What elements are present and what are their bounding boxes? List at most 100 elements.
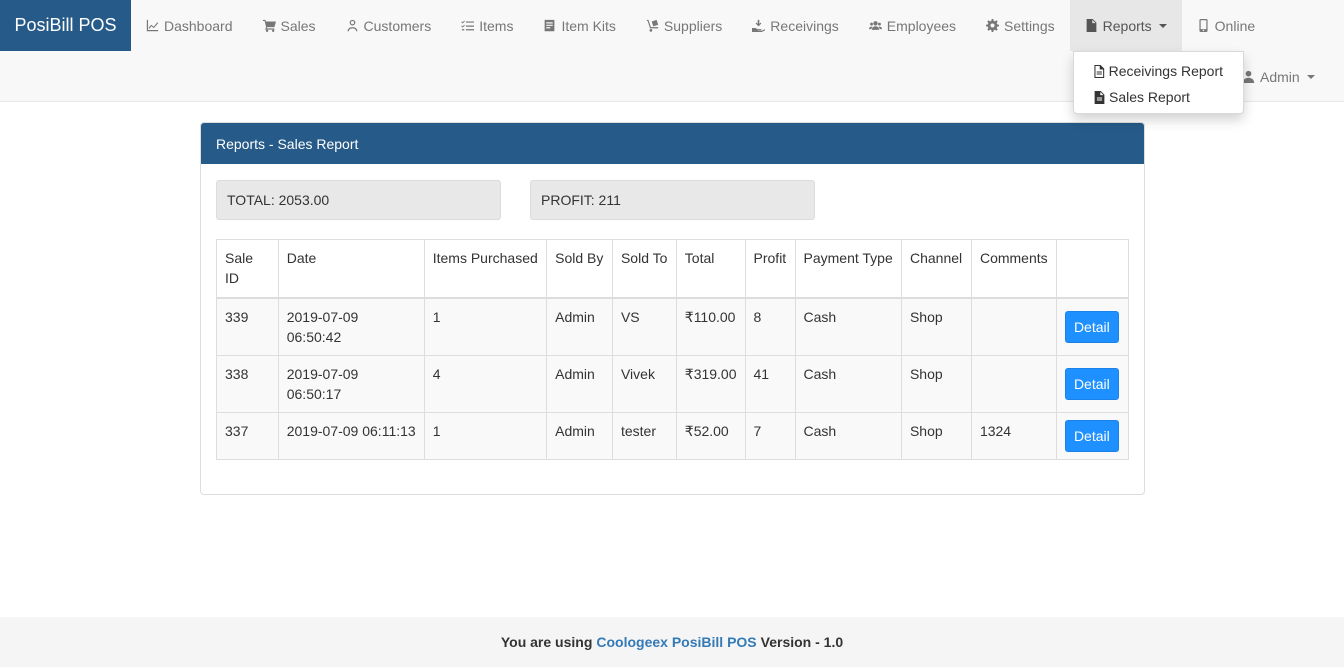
nav-settings-label: Settings [1004,17,1055,34]
nav-suppliers[interactable]: Suppliers [631,0,737,51]
nav-sales[interactable]: Sales [248,0,331,51]
nav-suppliers-label: Suppliers [663,17,723,34]
reports-dropdown: Receivings Report Sales Report [1073,51,1244,114]
panel-title: Reports - Sales Report [201,123,1144,164]
hand-receive-icon [752,19,766,32]
col-date: Date [277,239,425,299]
cell-channel: Shop [900,297,972,356]
table-row: 337 2019-07-09 06:11:13 1 Admin tester ₹… [216,411,1130,460]
cell-sold-by: Admin [546,354,613,413]
cell-sale-id: 337 [216,411,279,460]
cart-icon [262,19,276,32]
nav-receivings-label: Receivings [770,17,839,34]
nav-item-kits-label: Item Kits [561,17,616,34]
cell-profit: 41 [744,354,796,413]
chevron-down-icon [1158,23,1167,28]
total-summary: TOTAL: 2053.00 [216,180,501,220]
chart-line-icon [146,19,159,32]
nav-item-kits[interactable]: Item Kits [528,0,630,51]
nav-customers-label: Customers [363,17,432,34]
cell-comments: 1324 [970,411,1057,460]
cell-date: 2019-07-09 06:50:42 [277,297,425,356]
nav-employees-label: Employees [886,17,957,34]
box-icon [545,19,555,32]
nav-online-label: Online [1214,17,1256,34]
detail-button[interactable]: Detail [1064,310,1119,343]
file-icon [1094,90,1105,104]
cell-sale-id: 338 [216,354,279,413]
dropdown-receivings-report[interactable]: Receivings Report [1074,58,1243,84]
nav-dashboard-label: Dashboard [164,17,233,34]
cell-total: ₹319.00 [675,354,746,413]
sales-report-panel: Reports - Sales Report TOTAL: 2053.00 PR… [200,122,1145,495]
file-outline-icon [1094,64,1105,78]
sales-table: Sale ID Date Items Purchased Sold By Sol… [216,239,1130,460]
col-total: Total [675,239,746,299]
cell-total: ₹52.00 [675,411,746,460]
cell-sold-by: Admin [546,297,613,356]
nav-items[interactable]: Items [446,0,528,51]
cell-profit: 8 [744,297,796,356]
nav-sales-label: Sales [280,17,316,34]
nav-reports-label: Reports [1102,17,1152,34]
cell-items: 1 [423,297,548,356]
footer-brand-link[interactable]: Coologeex PosiBill POS [596,634,756,650]
nav-customers[interactable]: Customers [331,0,447,51]
table-row: 339 2019-07-09 06:50:42 1 Admin VS ₹110.… [216,297,1130,356]
cell-date: 2019-07-09 06:50:17 [277,354,425,413]
mobile-icon [1199,19,1208,32]
detail-button[interactable]: Detail [1064,419,1119,452]
file-icon [1086,19,1097,32]
col-sold-by: Sold By [546,239,613,299]
brand-logo[interactable]: PosiBill POS [0,0,131,51]
cell-sold-to: tester [611,411,677,460]
col-sale-id: Sale ID [216,239,279,299]
nav-items-label: Items [479,17,514,34]
nav-settings[interactable]: Settings [971,0,1070,51]
nav-receivings[interactable]: Receivings [737,0,853,51]
cell-action: Detail [1055,297,1130,356]
col-profit: Profit [744,239,796,299]
dropdown-sales-report[interactable]: Sales Report [1074,84,1243,110]
users-icon [868,21,882,30]
col-comments: Comments [970,239,1057,299]
dropdown-sales-label: Sales Report [1109,89,1190,105]
table-header-row: Sale ID Date Items Purchased Sold By Sol… [216,239,1130,299]
cell-payment: Cash [794,354,902,413]
col-channel: Channel [900,239,972,299]
nav-dashboard[interactable]: Dashboard [131,0,248,51]
footer: You are using Coologeex PosiBill POS Ver… [0,617,1344,667]
col-items-purchased: Items Purchased [423,239,548,299]
list-check-icon [461,20,475,31]
table-row: 338 2019-07-09 06:50:17 4 Admin Vivek ₹3… [216,354,1130,413]
cell-action: Detail [1055,354,1130,413]
main-nav: Dashboard Sales Customers Items Item Kit… [131,0,1270,51]
cell-sold-to: VS [611,297,677,356]
cell-items: 4 [423,354,548,413]
cell-payment: Cash [794,411,902,460]
cell-items: 1 [423,411,548,460]
cell-profit: 7 [744,411,796,460]
dolly-icon [646,19,659,32]
nav-online[interactable]: Online [1182,0,1270,51]
footer-suffix: Version - 1.0 [760,634,844,650]
cell-channel: Shop [900,411,972,460]
cell-payment: Cash [794,297,902,356]
detail-button[interactable]: Detail [1064,367,1119,400]
cell-comments [970,297,1057,356]
cell-sale-id: 339 [216,297,279,356]
nav-employees[interactable]: Employees [854,0,971,51]
user-icon [347,19,357,32]
cell-sold-to: Vivek [611,354,677,413]
nav-reports[interactable]: Reports [1069,0,1182,51]
profit-summary: PROFIT: 211 [530,180,815,220]
cell-total: ₹110.00 [675,297,746,356]
dropdown-receivings-label: Receivings Report [1108,63,1223,79]
col-sold-to: Sold To [611,239,677,299]
gear-icon [986,19,1000,32]
footer-prefix: You are using [500,634,593,650]
admin-user-menu[interactable]: Admin [1242,51,1325,102]
col-action [1055,239,1130,299]
cell-channel: Shop [900,354,972,413]
cell-date: 2019-07-09 06:11:13 [277,411,425,460]
